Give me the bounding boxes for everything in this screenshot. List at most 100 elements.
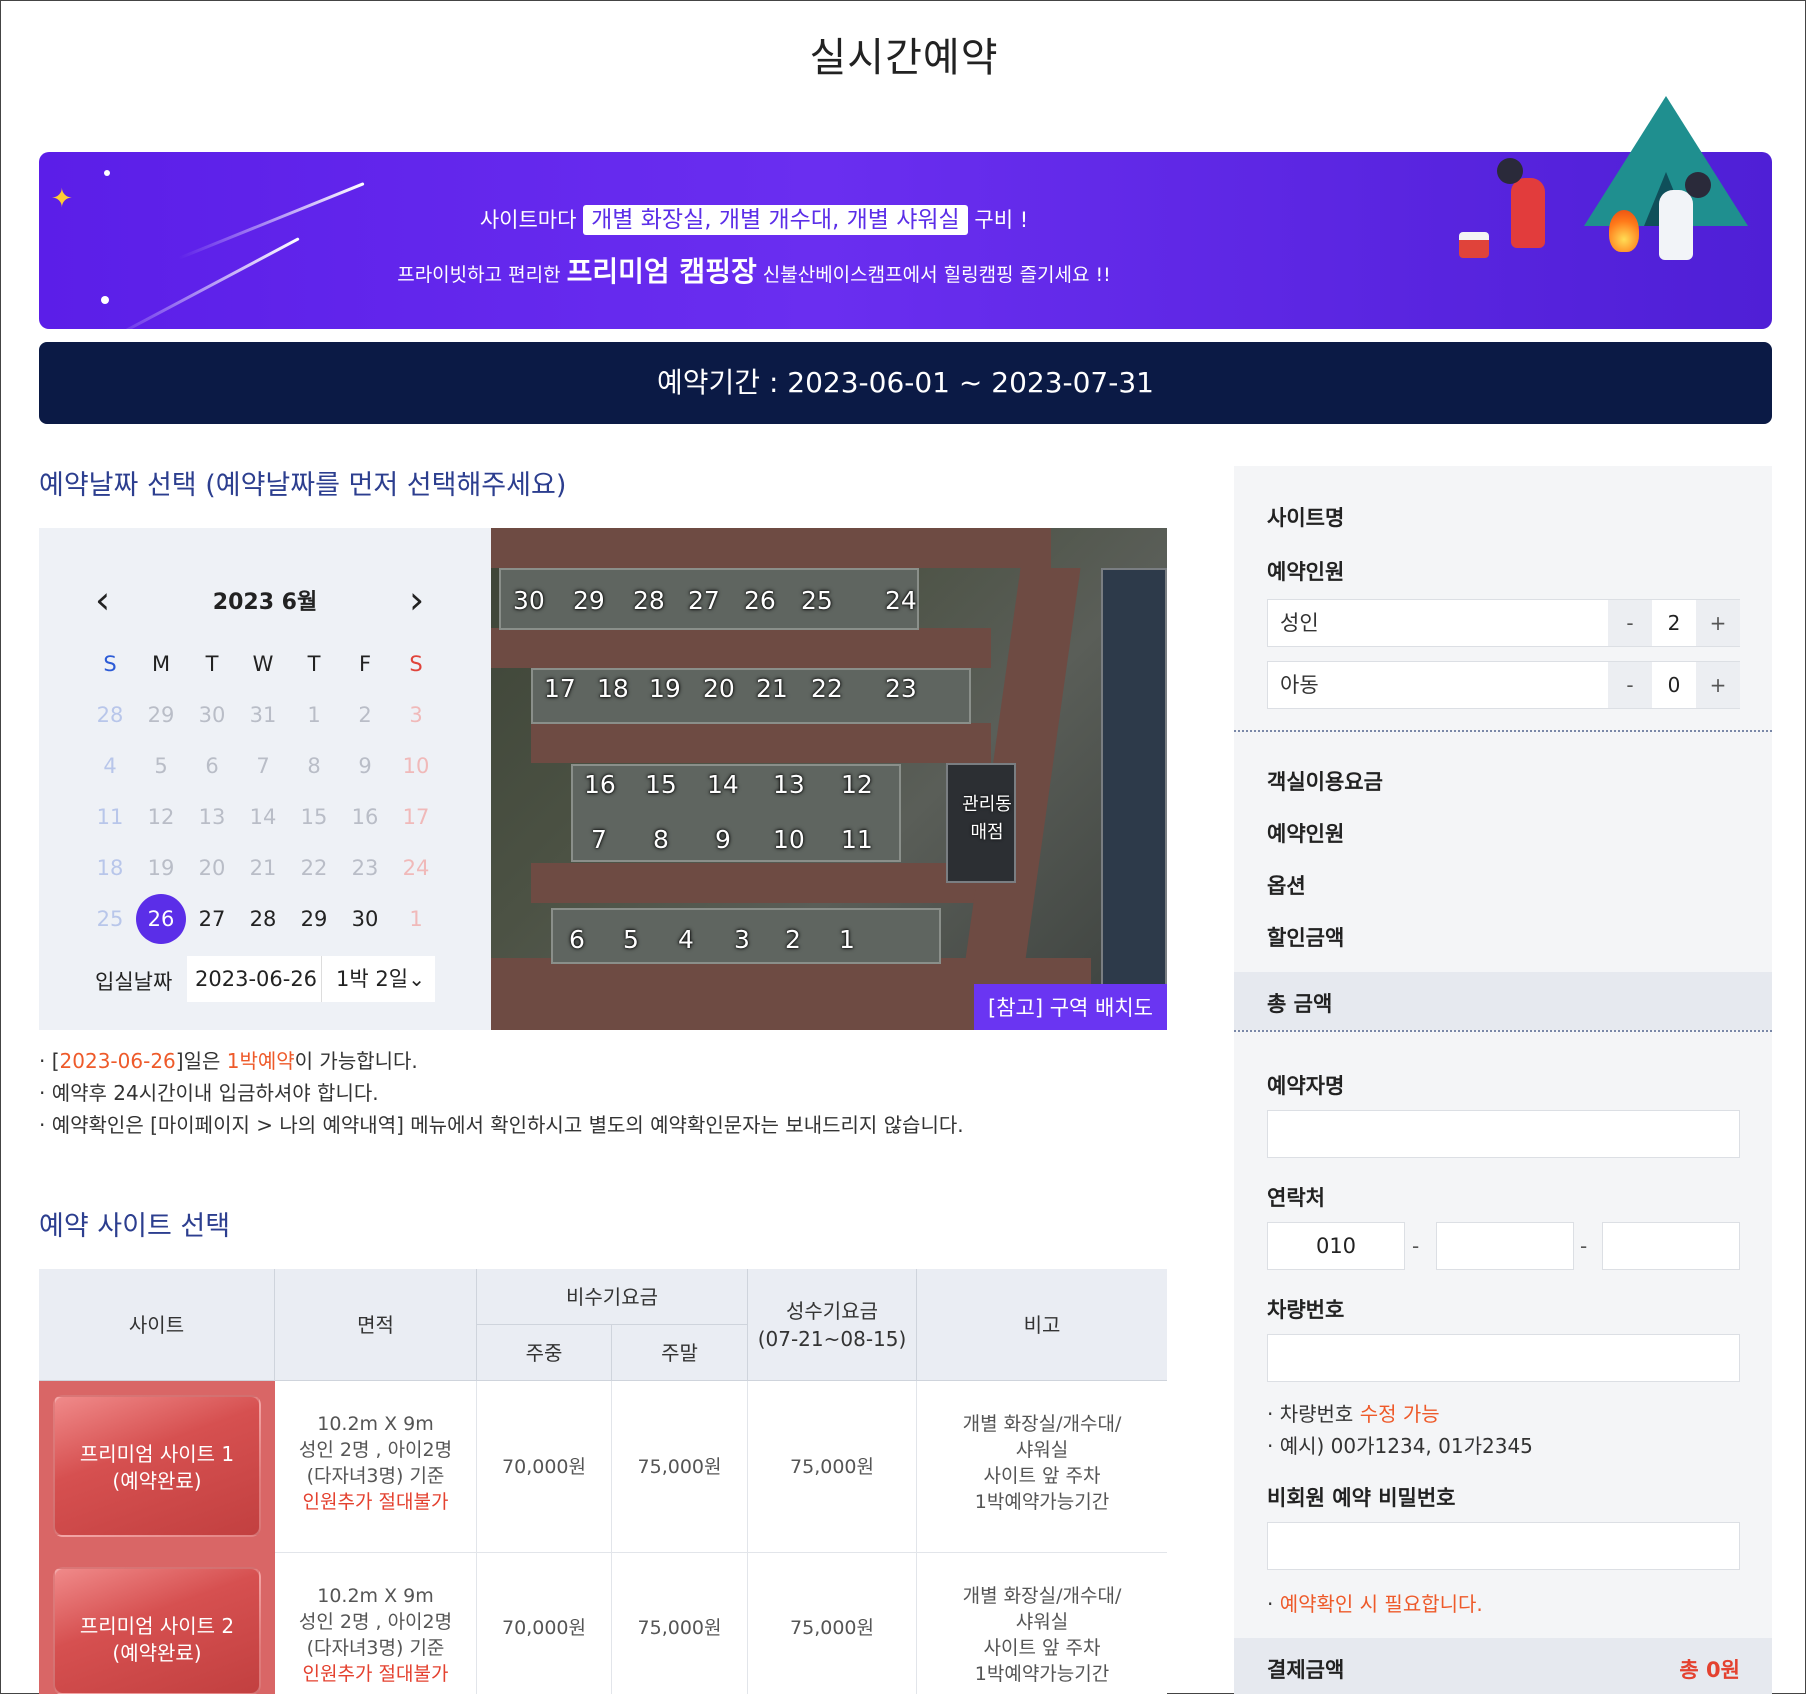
room-fee-label: 객실이용요금 (1267, 770, 1383, 794)
next-month-button[interactable]: › (409, 578, 424, 622)
calendar-day: 11 (96, 805, 124, 829)
campfire-icon (1609, 210, 1639, 252)
weekday-price-cell: 70,000원 (477, 1381, 612, 1553)
calendar-day: 1 (409, 907, 423, 931)
booker-name-input[interactable] (1267, 1110, 1740, 1158)
notice-date: 2023-06-26 (59, 1049, 176, 1073)
map-site-number: 15 (645, 770, 677, 799)
calendar-day: 28 (96, 703, 124, 727)
notice-line: · 예약확인은 [마이페이지 > 나의 예약내역] 메뉴에서 확인하시고 별도의… (39, 1113, 964, 1137)
calendar-day: 9 (358, 754, 372, 778)
divider (1234, 1030, 1772, 1032)
map-adjacent-building (1101, 568, 1167, 988)
map-site-number: 23 (885, 674, 917, 703)
map-site-number: 12 (841, 770, 873, 799)
guest-password-input[interactable] (1267, 1522, 1740, 1570)
people-fee-label: 예약인원 (1267, 822, 1345, 846)
map-site-number: 24 (885, 586, 917, 615)
map-site-number: 8 (653, 825, 669, 854)
child-plus-button[interactable]: + (1696, 662, 1740, 708)
phone-middle-input[interactable] (1436, 1222, 1574, 1270)
calendar-day: 21 (249, 856, 277, 880)
weekday-label: W (252, 652, 274, 676)
total-label: 총 금액 (1267, 992, 1333, 1016)
map-road (531, 863, 1011, 903)
child-minus-button[interactable]: - (1608, 662, 1652, 708)
payment-value: 총 0원 (1679, 1658, 1740, 1682)
nights-select-value: 1박 2일 (336, 967, 409, 991)
calendar-day: 31 (249, 703, 277, 727)
weekend-price-cell: 75,000원 (612, 1381, 748, 1553)
child-count: 0 (1652, 662, 1696, 708)
calendar-day-available[interactable]: 29 (289, 894, 339, 944)
banner-line-1: 사이트마다 개별 화장실, 개별 개수대, 개별 샤워실 구비 ! (479, 205, 1029, 235)
car-note-highlight: 수정 가능 (1359, 1402, 1440, 1426)
banner-highlight: 개별 화장실, 개별 개수대, 개별 샤워실 (583, 205, 968, 235)
camper-illustration (1511, 178, 1545, 248)
adult-minus-button[interactable]: - (1608, 600, 1652, 646)
site-cell[interactable]: 프리미엄 사이트 2 (예약완료) (39, 1553, 275, 1694)
calendar-day-available[interactable]: 30 (340, 894, 390, 944)
notice-line: · 예약후 24시간이내 입금하셔야 합니다. (39, 1081, 379, 1105)
calendar-day-selected[interactable]: 26 (136, 894, 186, 944)
weekday-label: M (151, 652, 171, 676)
calendar-day: 6 (205, 754, 219, 778)
map-site-number: 11 (841, 825, 873, 854)
notice-line: · [2023-06-26]일은 1박예약이 가능합니다. (39, 1049, 418, 1073)
area-cell: 10.2m X 9m 성인 2명 , 아이2명 (다자녀3명) 기준 인원추가 … (275, 1553, 477, 1694)
option-label: 옵션 (1267, 874, 1306, 898)
map-site-number: 14 (707, 770, 739, 799)
weekday-label: F (358, 652, 372, 676)
area-cell: 10.2m X 9m 성인 2명 , 아이2명 (다자녀3명) 기준 인원추가 … (275, 1381, 477, 1553)
date-section-title: 예약날짜 선택 (예약날짜를 먼저 선택해주세요) (39, 470, 567, 501)
checkin-date-field[interactable]: 2023-06-26 (187, 956, 321, 1002)
site-name-label: 사이트명 (1267, 506, 1345, 530)
calendar-day: 16 (351, 805, 379, 829)
reservation-summary-panel: 사이트명 예약인원 성인 - 2 + 아동 - 0 + 객실이용요금 예약인원 … (1234, 466, 1772, 1694)
calendar-day: 3 (409, 703, 423, 727)
adult-label: 성인 (1280, 611, 1319, 635)
car-number-label: 차량번호 (1267, 1298, 1345, 1322)
camper-head-illustration (1497, 158, 1523, 184)
calendar-day: 13 (198, 805, 226, 829)
page-title: 실시간예약 (809, 35, 999, 81)
map-site-number: 30 (513, 586, 545, 615)
guest-password-label: 비회원 예약 비밀번호 (1267, 1486, 1456, 1510)
phone-last-input[interactable] (1602, 1222, 1740, 1270)
calendar-day: 18 (96, 856, 124, 880)
car-number-input[interactable] (1267, 1334, 1740, 1382)
calendar-day: 19 (147, 856, 175, 880)
calendar-day: 22 (300, 856, 328, 880)
calendar-day: 25 (96, 907, 124, 931)
peak-price-cell: 75,000원 (748, 1381, 917, 1553)
site-cell[interactable]: 프리미엄 사이트 1 (예약완료) (39, 1381, 275, 1553)
booker-name-label: 예약자명 (1267, 1074, 1345, 1098)
child-label: 아동 (1280, 673, 1319, 697)
calendar-day: 4 (103, 754, 117, 778)
calendar-day: 29 (147, 703, 175, 727)
map-road (491, 528, 1051, 568)
map-reference-label: [참고] 구역 배치도 (974, 984, 1167, 1030)
calendar: ‹ 2023 6월 › S M T W T F S 28 29 30 31 1 … (39, 528, 491, 1030)
divider (1234, 730, 1772, 732)
calendar-day-available[interactable]: 27 (187, 894, 237, 944)
note-cell: 개별 화장실/개수대/ 샤워실 사이트 앞 주차 1박예약가능기간 (917, 1553, 1167, 1694)
site-name-label: 프리미엄 사이트 1 (예약완료) (79, 1442, 235, 1493)
car-note-line: · 예시) 00가1234, 01가2345 (1267, 1434, 1533, 1458)
banner-line-2: 프라이빗하고 편리한 프리미엄 캠핑장 신불산베이스캠프에서 힐링캠핑 즐기세요… (397, 255, 1111, 288)
header-offseason: 비수기요금 (477, 1269, 748, 1325)
calendar-day: 20 (198, 856, 226, 880)
phone-prefix-input[interactable]: 010 (1267, 1222, 1405, 1270)
adult-plus-button[interactable]: + (1696, 600, 1740, 646)
nights-select[interactable]: 1박 2일 ⌄ (321, 956, 435, 1002)
map-site-number: 17 (544, 674, 576, 703)
weekday-label: S (409, 652, 423, 676)
map-site-number: 19 (649, 674, 681, 703)
star-dot-decoration (101, 296, 109, 304)
map-site-number: 21 (756, 674, 788, 703)
map-site-number: 26 (744, 586, 776, 615)
map-site-number: 18 (597, 674, 629, 703)
car-note-line: · 차량번호 수정 가능 (1267, 1402, 1440, 1426)
weekend-price-cell: 75,000원 (612, 1553, 748, 1694)
calendar-day-available[interactable]: 28 (238, 894, 288, 944)
